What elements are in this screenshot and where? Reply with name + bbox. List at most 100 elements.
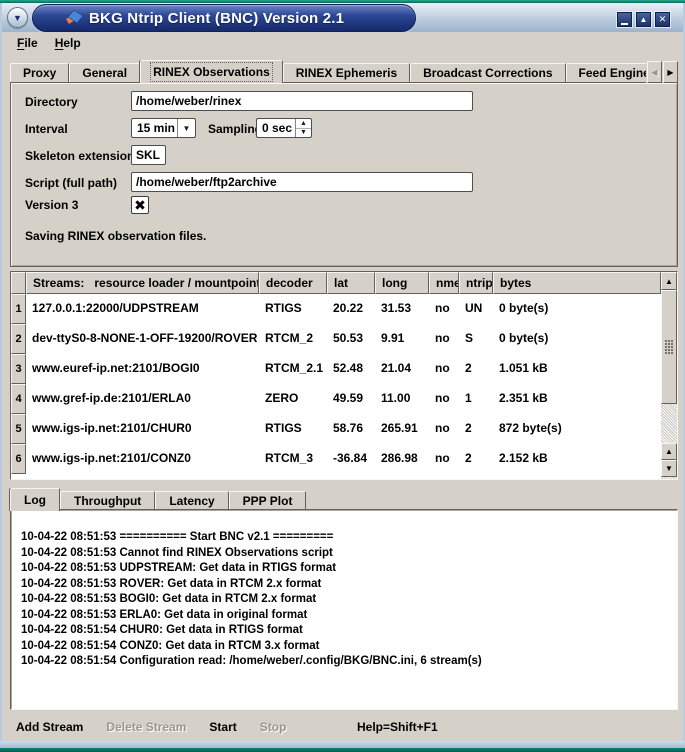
tab-label: Broadcast Corrections — [423, 66, 552, 80]
cell-long: 265.91 — [375, 414, 429, 444]
row-number-cell[interactable]: 6 — [11, 444, 26, 474]
window-frame-bottom — [0, 748, 685, 752]
title-capsule: BKG Ntrip Client (BNC) Version 2.1 — [32, 4, 416, 32]
tab-scroll-right-button[interactable]: ▶ — [663, 61, 678, 83]
tab-rinex-observations[interactable]: RINEX Observations — [140, 60, 283, 83]
scrollbar-up-button[interactable]: ▲ — [661, 272, 677, 290]
bnc-window: ▼ BKG Ntrip Client (BNC) Version 2.1 ▲ ✕… — [0, 0, 685, 752]
table-vertical-scrollbar[interactable]: ▲ ▲ ▼ — [661, 272, 677, 479]
log-line: 10-04-22 08:51:54 CHUR0: Get data in RTI… — [21, 623, 677, 639]
close-button[interactable]: ✕ — [655, 12, 670, 27]
row-number-cell[interactable]: 1 — [11, 294, 26, 324]
version-3-checkbox[interactable]: ✖ — [131, 196, 149, 214]
log-line: 10-04-22 08:51:53 UDPSTREAM: Get data in… — [21, 561, 677, 577]
stream-row-4[interactable]: 4www.gref-ip.de:2101/ERLA0ZERO49.5911.00… — [11, 384, 661, 414]
combo-dropdown-icon[interactable]: ▼ — [177, 119, 195, 137]
interval-combobox[interactable]: 15 min ▼ — [131, 118, 196, 138]
script-input[interactable] — [131, 172, 473, 192]
arrow-up-icon: ▲ — [665, 277, 673, 286]
skeleton-extension-input[interactable] — [131, 145, 166, 165]
maximize-button[interactable]: ▲ — [636, 12, 651, 27]
stream-row-6[interactable]: 6www.igs-ip.net:2101/CONZ0RTCM_3-36.8428… — [11, 444, 661, 474]
cell-long: 286.98 — [375, 444, 429, 474]
stream-row-1[interactable]: 1127.0.0.1:22000/UDPSTREAMRTIGS20.2231.5… — [11, 294, 661, 324]
maximize-icon: ▲ — [640, 16, 648, 24]
tab-throughput[interactable]: Throughput — [60, 491, 155, 510]
cell-lat: 58.76 — [327, 414, 375, 444]
menu-item-help[interactable]: Help — [53, 35, 83, 51]
cell-ntrip: 2 — [459, 444, 493, 474]
tab-label: RINEX Observations — [153, 65, 270, 79]
window-menu-button[interactable]: ▼ — [7, 7, 28, 28]
spin-down-button[interactable]: ▼ — [296, 129, 311, 138]
cell-streams: dev-ttyS0-8-NONE-1-OFF-19200/ROVER — [26, 324, 259, 354]
satellite-app-icon — [64, 10, 84, 26]
spin-up-button[interactable]: ▲ — [296, 119, 311, 129]
app-body: Proxy General RINEX Observations RINEX Ephe… — [2, 54, 683, 741]
cell-lat: -36.84 — [327, 444, 375, 474]
cell-decoder: RTCM_2.1 — [259, 354, 327, 384]
tab-log[interactable]: Log — [10, 488, 60, 511]
tab-broadcast-corrections[interactable]: Broadcast Corrections — [410, 63, 565, 83]
window-frame-bottom-strip — [0, 741, 685, 748]
titlebar[interactable]: ▼ BKG Ntrip Client (BNC) Version 2.1 ▲ ✕ — [2, 3, 683, 32]
log-line: 10-04-22 08:51:53 ERLA0: Get data in ori… — [21, 608, 677, 624]
log-line: 10-04-22 08:51:53 BOGI0: Get data in RTC… — [21, 592, 677, 608]
cell-bytes: 1.051 kB — [493, 354, 661, 384]
streams-table-main: Streams: resource loader / mountpointdec… — [11, 272, 661, 479]
stream-row-5[interactable]: 5www.igs-ip.net:2101/CHUR0RTIGS58.76265.… — [11, 414, 661, 444]
tab-general[interactable]: General — [69, 63, 140, 83]
panel-status-note: Saving RINEX observation files. — [25, 229, 206, 243]
log-line: 10-04-22 08:51:54 Configuration read: /h… — [21, 654, 677, 670]
directory-input[interactable] — [131, 91, 473, 111]
row-number-cell[interactable]: 5 — [11, 414, 26, 444]
cell-decoder: RTCM_3 — [259, 444, 327, 474]
script-full-path-label: Script (full path) — [25, 176, 117, 190]
stream-row-3[interactable]: 3www.euref-ip.net:2101/BOGI0RTCM_2.152.4… — [11, 354, 661, 384]
table-header-row: Streams: resource loader / mountpointdec… — [11, 272, 661, 294]
tab-proxy[interactable]: Proxy — [10, 63, 69, 83]
scrollbar-thumb[interactable] — [661, 290, 677, 404]
cell-ntrip: 2 — [459, 414, 493, 444]
checkmark-icon: ✖ — [134, 198, 146, 212]
tab-label: Proxy — [23, 66, 56, 80]
row-number-cell[interactable]: 4 — [11, 384, 26, 414]
column-header-lat[interactable]: lat — [327, 272, 375, 294]
cell-bytes: 872 byte(s) — [493, 414, 661, 444]
help-hint-label: Help=Shift+F1 — [357, 720, 438, 734]
interval-label: Interval — [25, 122, 68, 136]
directory-label: Directory — [25, 95, 78, 109]
tab-ppp-plot[interactable]: PPP Plot — [229, 491, 307, 510]
cell-decoder: RTIGS — [259, 294, 327, 324]
log-line: 10-04-22 08:51:53 Cannot find RINEX Obse… — [21, 546, 677, 562]
tab-latency[interactable]: Latency — [155, 491, 228, 510]
sampling-spinbox[interactable]: 0 sec ▲ ▼ — [256, 118, 312, 138]
log-area[interactable]: 10-04-22 08:51:53 ========== Start BNC v… — [10, 509, 678, 710]
cell-decoder: RTIGS — [259, 414, 327, 444]
cell-lat: 49.59 — [327, 384, 375, 414]
cell-streams: www.igs-ip.net:2101/CHUR0 — [26, 414, 259, 444]
scrollbar-down-button[interactable]: ▼ — [661, 460, 677, 477]
arrow-down-icon: ▼ — [665, 464, 673, 473]
start-button[interactable]: Start — [202, 718, 243, 736]
scrollbar-up-button-2[interactable]: ▲ — [661, 443, 677, 460]
column-header-streams[interactable]: Streams: resource loader / mountpoint — [26, 272, 259, 294]
tab-rinex-ephemeris[interactable]: RINEX Ephemeris — [283, 63, 410, 83]
column-header-nmea[interactable]: nmea — [429, 272, 459, 294]
column-header-ntrip[interactable]: ntrip — [459, 272, 493, 294]
sampling-value: 0 sec — [257, 119, 295, 137]
cell-ntrip: S — [459, 324, 493, 354]
row-number-cell[interactable]: 2 — [11, 324, 26, 354]
stream-row-2[interactable]: 2dev-ttyS0-8-NONE-1-OFF-19200/ROVERRTCM_… — [11, 324, 661, 354]
column-header-bytes[interactable]: bytes — [493, 272, 661, 294]
cell-long: 21.04 — [375, 354, 429, 384]
add-stream-button[interactable]: Add Stream — [9, 718, 90, 736]
column-header-long[interactable]: long — [375, 272, 429, 294]
cell-bytes: 0 byte(s) — [493, 294, 661, 324]
window-title: BKG Ntrip Client (BNC) Version 2.1 — [89, 10, 344, 27]
menu-item-file[interactable]: File — [15, 35, 40, 51]
table-corner-cell — [11, 272, 26, 294]
row-number-cell[interactable]: 3 — [11, 354, 26, 384]
minimize-button[interactable] — [617, 12, 632, 27]
column-header-decoder[interactable]: decoder — [259, 272, 327, 294]
